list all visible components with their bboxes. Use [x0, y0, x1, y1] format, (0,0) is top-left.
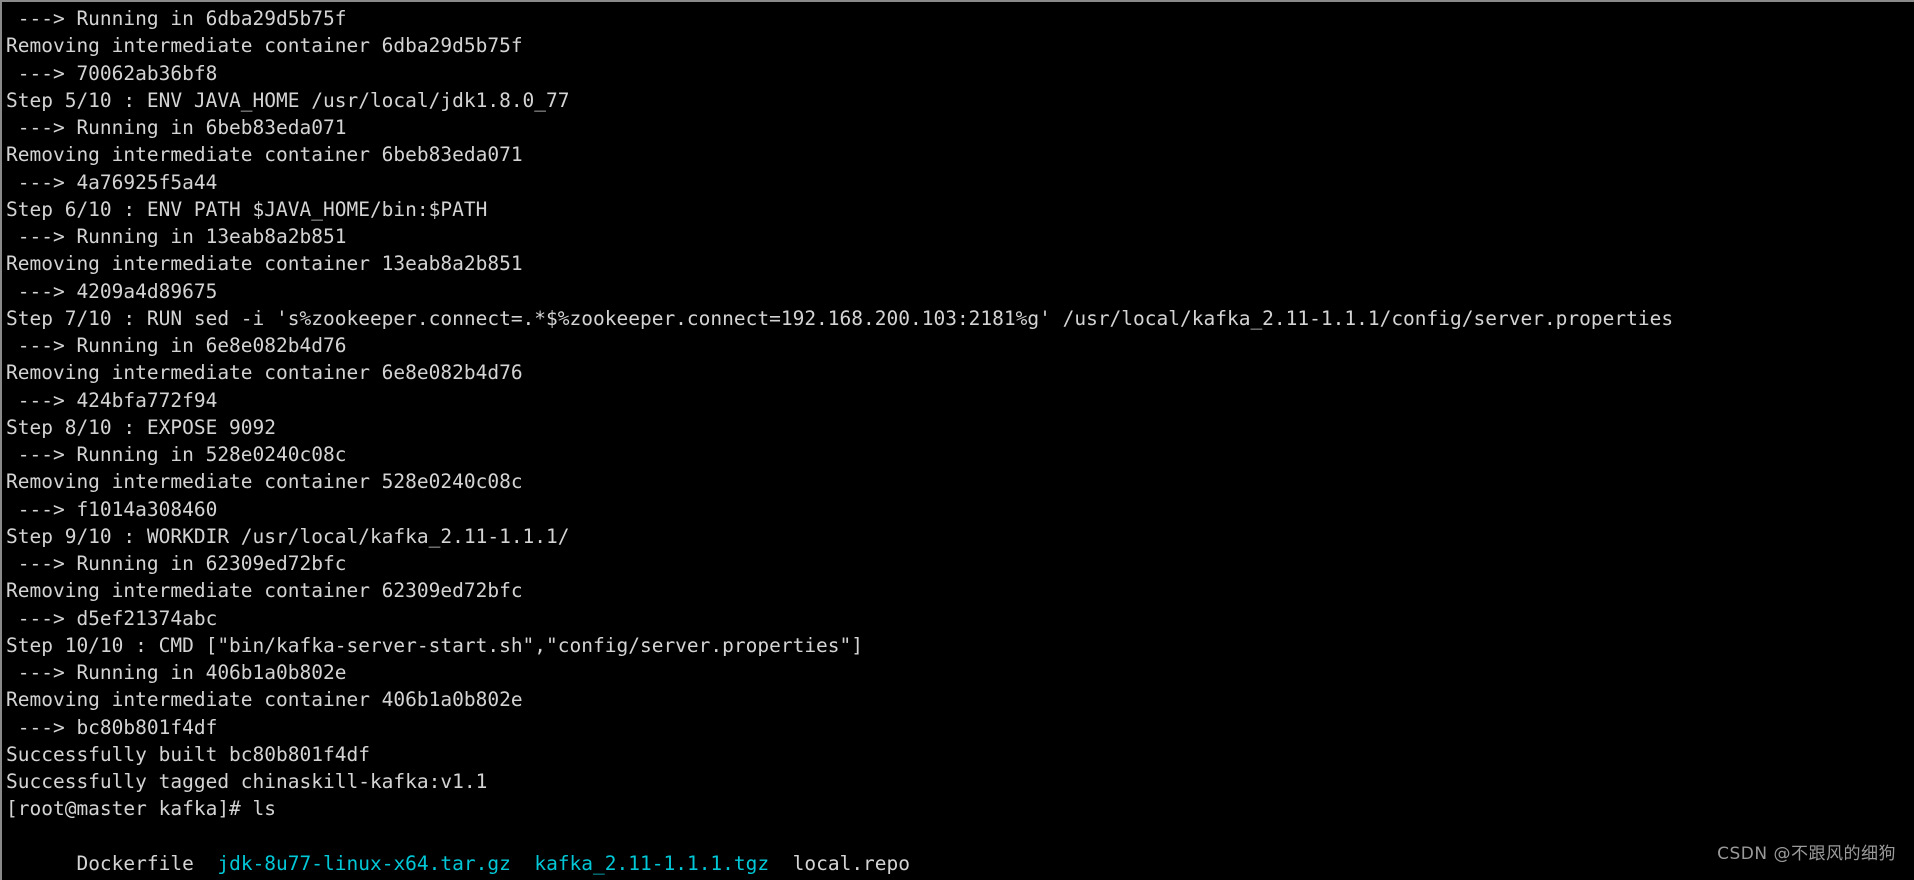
terminal-line: Step 9/10 : WORKDIR /usr/local/kafka_2.1…: [6, 524, 570, 548]
ls-entry-local-repo: local.repo: [769, 851, 911, 875]
terminal-line: Step 7/10 : RUN sed -i 's%zookeeper.conn…: [6, 306, 1674, 330]
terminal-line: ---> f1014a308460: [6, 497, 218, 521]
terminal-line: ---> Running in 6beb83eda071: [6, 116, 347, 139]
terminal-line: ---> 70062ab36bf8: [6, 61, 218, 85]
terminal-line: Removing intermediate container 62309ed7…: [6, 579, 523, 603]
ls-entry-kafka-archive: kafka_2.11-1.1.1.tgz: [534, 851, 770, 875]
terminal-line: ---> bc80b801f4df: [6, 715, 218, 739]
ls-entry-spacer: [511, 852, 534, 875]
terminal-line: Removing intermediate container 6e8e082b…: [6, 361, 523, 385]
terminal-line: Step 8/10 : EXPOSE 9092: [6, 415, 277, 439]
terminal-line: Step 5/10 : ENV JAVA_HOME /usr/local/jdk…: [6, 88, 570, 112]
csdn-watermark: CSDN @不跟风的细狗: [1717, 843, 1896, 864]
ls-entry-dockerfile: Dockerfile: [76, 851, 218, 875]
terminal-window[interactable]: ---> Running in 6dba29d5b75f Removing in…: [0, 0, 1914, 880]
terminal-line: Removing intermediate container 13eab8a2…: [6, 252, 523, 276]
terminal-line: ---> Running in 406b1a0b802e: [6, 661, 347, 684]
terminal-line: ---> 4a76925f5a44: [6, 170, 218, 194]
terminal-line: ---> Running in 6dba29d5b75f: [6, 7, 347, 30]
terminal-line: ---> Running in 13eab8a2b851: [6, 225, 347, 248]
terminal-line: Removing intermediate container 406b1a0b…: [6, 688, 523, 712]
terminal-line: Step 10/10 : CMD ["bin/kafka-server-star…: [6, 633, 864, 657]
terminal-line: Removing intermediate container 6dba29d5…: [6, 34, 523, 58]
ls-output-line: Dockerfile jdk-8u77-linux-x64.tar.gz kaf…: [6, 823, 1914, 875]
terminal-line: ---> Running in 6e8e082b4d76: [6, 334, 347, 357]
terminal-line: Removing intermediate container 6beb83ed…: [6, 143, 523, 167]
terminal-screen[interactable]: ---> Running in 6dba29d5b75f Removing in…: [2, 2, 1914, 880]
terminal-line: ---> 424bfa772f94: [6, 388, 218, 412]
terminal-line: Successfully tagged chinaskill-kafka:v1.…: [6, 770, 488, 793]
terminal-command-line: [root@master kafka]# ls: [6, 797, 277, 821]
terminal-line: ---> d5ef21374abc: [6, 606, 218, 630]
terminal-line: ---> Running in 528e0240c08c: [6, 443, 347, 466]
terminal-line: ---> 4209a4d89675: [6, 279, 218, 303]
ls-entry-jdk-archive: jdk-8u77-linux-x64.tar.gz: [217, 851, 511, 875]
terminal-line: Step 6/10 : ENV PATH $JAVA_HOME/bin:$PAT…: [6, 197, 488, 221]
terminal-line: ---> Running in 62309ed72bfc: [6, 552, 347, 575]
terminal-line: Successfully built bc80b801f4df: [6, 742, 370, 766]
terminal-line: Removing intermediate container 528e0240…: [6, 470, 523, 494]
